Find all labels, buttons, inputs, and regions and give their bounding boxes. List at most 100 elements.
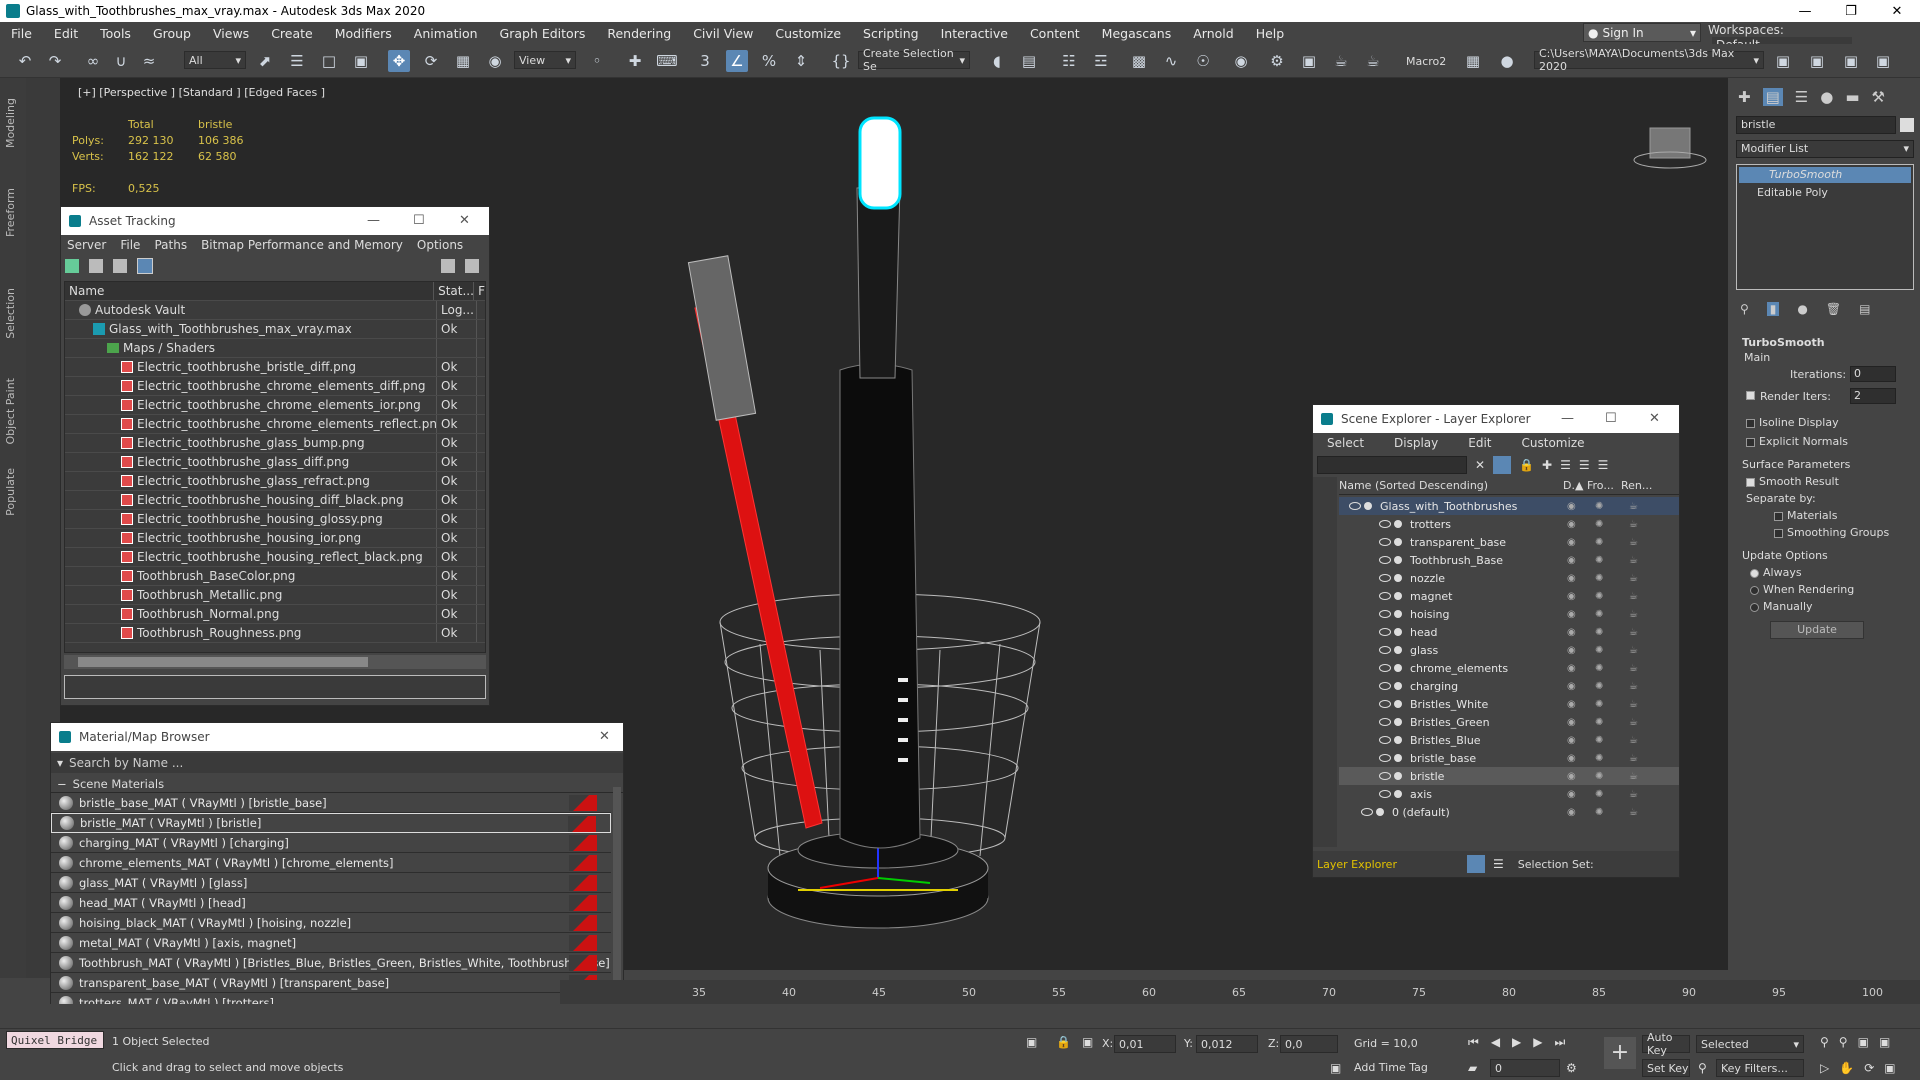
visibility-eye-icon[interactable] [1379,790,1391,798]
column-name[interactable]: Name (Sorted Descending) [1339,479,1563,492]
y-field[interactable]: 0,012 [1196,1035,1258,1053]
select-by-name-icon[interactable]: ☰ [286,50,308,72]
asset-menu-bitmap-performance-and-memory[interactable]: Bitmap Performance and Memory [201,238,403,252]
render-toggle-icon[interactable]: ☕ [1629,573,1639,584]
render-toggle-icon[interactable]: ☕ [1629,789,1639,800]
se-menu-edit[interactable]: Edit [1468,436,1491,450]
align-icon[interactable]: ▤ [1018,50,1040,72]
scale-icon[interactable]: ▦ [452,50,474,72]
object-name-field[interactable]: bristle [1736,116,1896,134]
render-toggle-icon[interactable]: ☕ [1629,591,1639,602]
render-toggle-icon[interactable]: ☕ [1629,663,1639,674]
list-view-icon[interactable] [89,259,103,273]
visibility-eye-icon[interactable] [1379,520,1391,528]
object-row[interactable]: Bristles_Green ◉ ✺ ☕ [1339,713,1679,731]
visibility-eye-icon[interactable] [1349,502,1361,510]
add-time-tag[interactable]: Add Time Tag [1354,1061,1428,1074]
visibility-eye-icon[interactable] [1379,574,1391,582]
z-field[interactable]: 0,0 [1280,1035,1338,1053]
visibility-eye-icon[interactable] [1379,538,1391,546]
object-row[interactable]: Bristles_White ◉ ✺ ☕ [1339,695,1679,713]
display-toggle-icon[interactable]: ◉ [1567,735,1577,746]
object-row[interactable]: nozzle ◉ ✺ ☕ [1339,569,1679,587]
freeze-toggle-icon[interactable]: ✺ [1595,771,1605,782]
make-unique-icon[interactable]: ● [1797,302,1807,316]
render-toggle-icon[interactable]: ☕ [1629,645,1639,656]
time-tag-icon[interactable]: ▣ [1330,1061,1341,1075]
display-toggle-icon[interactable]: ◉ [1567,573,1577,584]
asset-tracking-titlebar[interactable]: Asset Tracking — ☐ ✕ [61,207,489,235]
maximize-icon[interactable]: ☐ [413,213,425,228]
menu-tools[interactable]: Tools [89,26,142,41]
auto-key-button[interactable]: Auto Key [1642,1031,1690,1057]
snaps-toggle-icon[interactable]: 3 [694,50,716,72]
freeze-toggle-icon[interactable]: ✺ [1595,699,1605,710]
display-toggle-icon[interactable]: ◉ [1567,627,1577,638]
render-toggle-icon[interactable]: ☕ [1629,807,1639,818]
snapshot-icon[interactable]: ▣ [1772,50,1794,72]
display-toggle-icon[interactable]: ◉ [1567,789,1577,800]
column-display[interactable]: D.▲ [1563,479,1587,492]
object-row[interactable]: hoising ◉ ✺ ☕ [1339,605,1679,623]
object-row[interactable]: transparent_base ◉ ✺ ☕ [1339,533,1679,551]
asset-row[interactable]: Autodesk Vault Log... [65,301,485,320]
ref-coord-dropdown[interactable]: View ▾ [514,51,576,69]
render-toggle-icon[interactable]: ☕ [1629,735,1639,746]
percent-snap-icon[interactable]: % [758,50,780,72]
object-row[interactable]: bristle_base ◉ ✺ ☕ [1339,749,1679,767]
key-mode-icon[interactable]: ▰ [1468,1061,1477,1075]
asset-row[interactable]: Electric_toothbrushe_chrome_elements_dif… [65,377,485,396]
asset-row[interactable]: Electric_toothbrushe_bristle_diff.png Ok [65,358,485,377]
select-manipulate-icon[interactable]: ✚ [624,50,646,72]
asset-row[interactable]: Electric_toothbrushe_glass_diff.png Ok [65,453,485,472]
minimize-icon[interactable]: — [367,213,380,228]
absolute-mode-icon[interactable]: ▣ [1082,1035,1093,1049]
layer-row[interactable]: 0 (default) ◉ ✺ ☕ [1339,803,1679,821]
field-of-view-icon[interactable]: ▷ [1820,1061,1829,1075]
window-crossing-icon[interactable]: ▣ [350,50,372,72]
render-toggle-icon[interactable]: ☕ [1629,717,1639,728]
column-frozen[interactable]: Fro... [1587,479,1621,492]
visibility-eye-icon[interactable] [1379,628,1391,636]
menu-scripting[interactable]: Scripting [852,26,930,41]
next-frame-icon[interactable]: ▶ [1533,1035,1542,1050]
display-toggle-icon[interactable]: ◉ [1567,609,1577,620]
new-layer-icon[interactable]: ✚ [1542,458,1552,472]
object-row[interactable]: magnet ◉ ✺ ☕ [1339,587,1679,605]
freeze-toggle-icon[interactable]: ✺ [1595,753,1605,764]
asset-menu-paths[interactable]: Paths [154,238,187,252]
freeze-toggle-icon[interactable]: ✺ [1595,609,1605,620]
help-icon[interactable] [441,259,455,273]
tab-object-paint[interactable]: Object Paint [4,378,17,445]
material-item[interactable]: head_MAT ( VRayMtl ) [head] [51,893,611,913]
save-icon[interactable]: ▣ [1840,50,1862,72]
curve-editor-icon[interactable]: ∿ [1160,50,1182,72]
render-toggle-icon[interactable]: ☕ [1629,771,1639,782]
place-icon[interactable]: ◉ [484,50,506,72]
table-view-icon[interactable] [113,259,127,273]
menu-civil-view[interactable]: Civil View [682,26,764,41]
zoom-all-icon[interactable]: ⚲ [1839,1035,1848,1049]
material-item[interactable]: hoising_black_MAT ( VRayMtl ) [hoising, … [51,913,611,933]
motion-tab-icon[interactable]: ● [1820,88,1833,106]
stack-item-editable-poly[interactable]: Editable Poly [1737,185,1913,201]
display-toggle-icon[interactable]: ◉ [1567,717,1577,728]
rollout-title[interactable]: TurboSmooth [1736,336,1914,349]
layer-stack-icon[interactable]: ☰ [1560,458,1571,472]
zoom-extents-icon[interactable]: ▣ [1858,1035,1869,1049]
close-icon[interactable]: ✕ [1874,0,1920,22]
viewport-label[interactable]: [+] [Perspective ] [Standard ] [Edged Fa… [78,86,325,99]
menu-create[interactable]: Create [260,26,324,41]
go-to-start-icon[interactable]: ⏮ [1468,1035,1479,1050]
render-toggle-icon[interactable]: ☕ [1629,609,1639,620]
freeze-toggle-icon[interactable]: ✺ [1595,627,1605,638]
rect-selection-icon[interactable]: □ [318,50,340,72]
object-row[interactable]: bristle ◉ ✺ ☕ [1339,767,1679,785]
render-iters-checkbox[interactable] [1746,391,1755,400]
freeze-toggle-icon[interactable]: ✺ [1595,555,1605,566]
render-icon[interactable]: ☕ [1330,50,1352,72]
menu-graph-editors[interactable]: Graph Editors [489,26,597,41]
manually-radio[interactable] [1750,602,1759,612]
rotate-icon[interactable]: ⟳ [420,50,442,72]
render-setup-icon[interactable]: ⚙ [1266,50,1288,72]
